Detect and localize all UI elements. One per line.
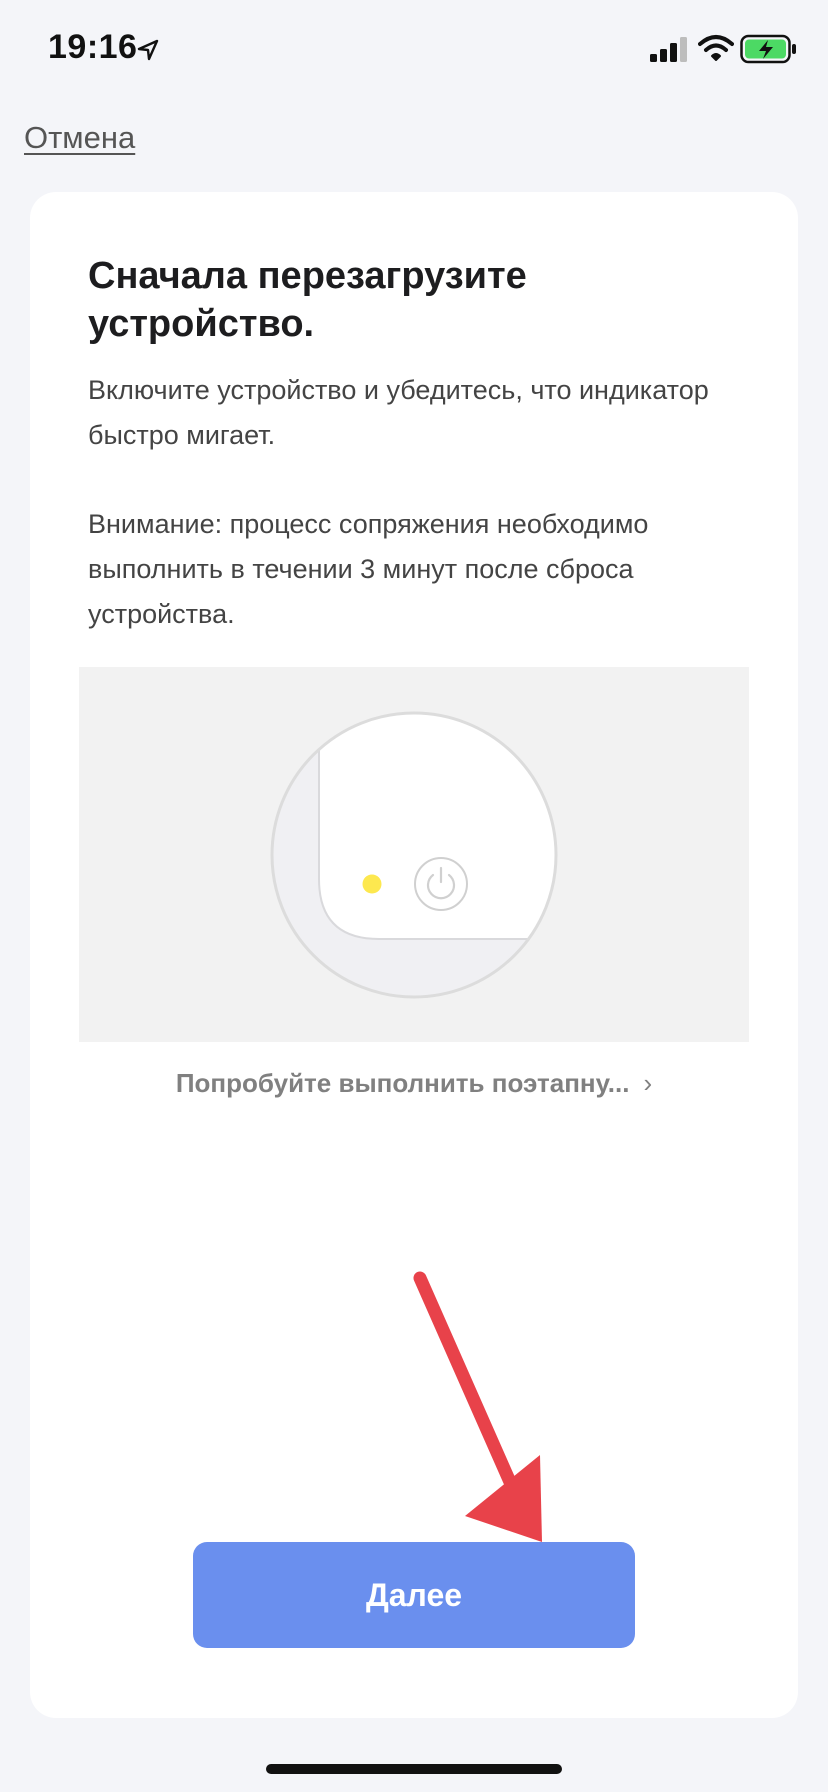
page-title: Сначала перезагрузите устройство. (88, 255, 527, 345)
wifi-icon (698, 35, 734, 61)
location-arrow-icon (137, 39, 159, 61)
cancel-link[interactable]: Отмена (24, 120, 135, 156)
next-button[interactable]: Далее (193, 1542, 635, 1648)
step-by-step-guide-link[interactable]: Попробуйте выполнить поэтапну... › (30, 1068, 798, 1099)
status-time: 19:16 (48, 28, 138, 66)
guide-link-label: Попробуйте выполнить поэтапну... (175, 1068, 630, 1098)
annotation-arrow-icon (413, 1271, 542, 1542)
cellular-signal-icon (650, 37, 687, 62)
instruction-text: Включите устройство и убедитесь, что инд… (88, 375, 709, 450)
led-indicator (362, 874, 382, 894)
device-illustration-graphic (270, 711, 558, 999)
status-bar: 19:16 (0, 0, 828, 100)
chevron-right-icon: › (643, 1068, 653, 1098)
home-indicator (266, 1764, 562, 1774)
device-illustration (79, 667, 749, 1042)
battery-charging-icon (740, 34, 796, 64)
warning-text: Внимание: процесс сопряжения необходимо … (88, 509, 649, 629)
